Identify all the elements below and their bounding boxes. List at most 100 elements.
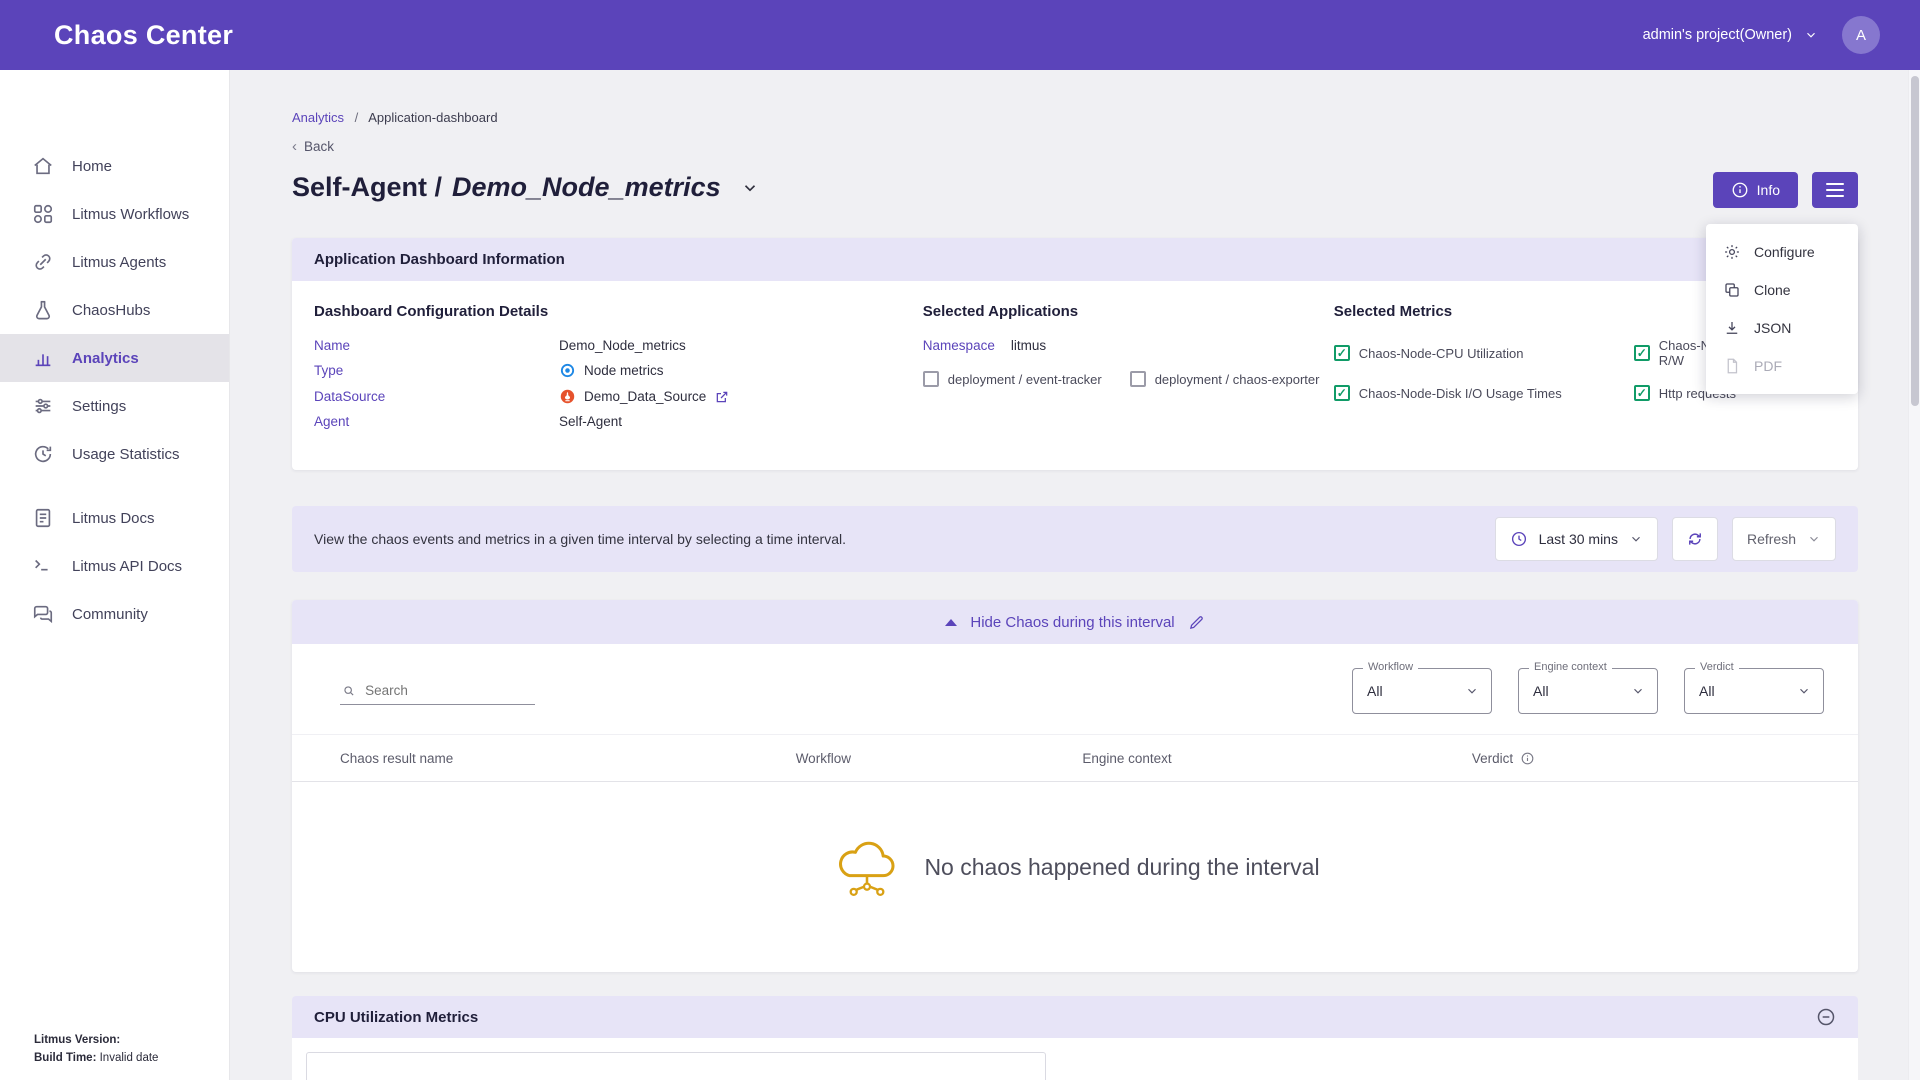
breadcrumb-separator: / (355, 110, 359, 125)
flask-icon (32, 299, 54, 321)
checkbox-checked[interactable] (1334, 345, 1350, 361)
chevron-down-icon (1804, 28, 1818, 42)
sidebar-item-label: Analytics (72, 350, 139, 367)
checkbox-unchecked[interactable] (1130, 371, 1146, 387)
checkbox-checked[interactable] (1634, 385, 1650, 401)
config-value: Demo_Data_Source (584, 389, 706, 404)
info-button[interactable]: Info (1713, 172, 1798, 208)
checkbox-checked[interactable] (1634, 345, 1650, 361)
prometheus-icon (559, 388, 576, 405)
project-selector[interactable]: admin's project(Owner) (1643, 27, 1818, 43)
terminal-icon (32, 555, 54, 577)
sidebar-item-label: Usage Statistics (72, 446, 180, 463)
info-button-label: Info (1757, 182, 1780, 198)
refresh-interval-select[interactable]: Refresh (1732, 517, 1836, 561)
application-checkbox-chaos-exporter[interactable]: deployment / chaos-exporter (1130, 371, 1320, 387)
chaos-toolbar: Workflow All Engine context All (292, 644, 1858, 734)
main-content: Analytics / Application-dashboard ‹ Back… (230, 70, 1920, 1080)
verdict-info-icon[interactable] (1520, 751, 1535, 766)
back-button[interactable]: ‹ Back (292, 138, 334, 155)
clock-icon (1510, 530, 1528, 548)
time-range-select[interactable]: Last 30 mins (1495, 517, 1658, 561)
collapse-minus-icon[interactable] (1816, 1007, 1836, 1027)
menu-item-label: PDF (1754, 358, 1782, 374)
config-row-type: Type Node metrics (314, 362, 923, 379)
sidebar-item-litmus-docs[interactable]: Litmus Docs (0, 494, 229, 542)
gear-icon (1723, 243, 1741, 261)
empty-state: No chaos happened during the interval (292, 782, 1858, 972)
edit-pencil-icon[interactable] (1188, 614, 1205, 631)
sidebar-item-settings[interactable]: Settings (0, 382, 229, 430)
filter-label: Engine context (1529, 661, 1612, 673)
chevron-down-icon (1631, 684, 1645, 698)
dashboard-switcher-chevron-icon[interactable] (741, 179, 759, 197)
build-time-value: Invalid date (100, 1052, 159, 1064)
checkbox-unchecked[interactable] (923, 371, 939, 387)
application-checkbox-event-tracker[interactable]: deployment / event-tracker (923, 371, 1102, 387)
column-header-verdict: Verdict (1472, 751, 1513, 766)
menu-item-configure[interactable]: Configure (1706, 233, 1858, 271)
sidebar-item-litmus-api-docs[interactable]: Litmus API Docs (0, 542, 229, 590)
app-title: Chaos Center (54, 20, 233, 51)
config-label: DataSource (314, 389, 559, 404)
agents-icon (32, 251, 54, 273)
verdict-filter-select[interactable]: Verdict All (1684, 668, 1824, 714)
refresh-interval-label: Refresh (1747, 531, 1796, 547)
breadcrumb: Analytics / Application-dashboard (292, 110, 1858, 125)
page-actions: Info Configure (1713, 172, 1858, 208)
column-header-workflow: Workflow (796, 751, 1083, 766)
options-menu-button[interactable] (1812, 172, 1858, 208)
config-label: Type (314, 363, 559, 378)
sidebar-item-community[interactable]: Community (0, 590, 229, 638)
chaos-collapse-toggle[interactable]: Hide Chaos during this interval (292, 600, 1858, 644)
sidebar-item-usage-statistics[interactable]: Usage Statistics (0, 430, 229, 478)
menu-item-clone[interactable]: Clone (1706, 271, 1858, 309)
metric-checkbox-disk-io-times[interactable]: Chaos-Node-Disk I/O Usage Times (1334, 385, 1634, 401)
chaos-table-card: Hide Chaos during this interval Workflow… (292, 600, 1858, 972)
section-title: Selected Applications (923, 303, 1334, 320)
cpu-section-title: CPU Utilization Metrics (314, 1009, 478, 1026)
menu-item-label: Configure (1754, 244, 1815, 260)
dashboard-info-card: Application Dashboard Information Dashbo… (292, 238, 1858, 470)
metric-checkbox-cpu-utilization[interactable]: Chaos-Node-CPU Utilization (1334, 338, 1634, 368)
sidebar-item-label: Home (72, 158, 112, 175)
engine-context-filter-select[interactable]: Engine context All (1518, 668, 1658, 714)
document-icon (32, 507, 54, 529)
scrollbar-thumb[interactable] (1911, 76, 1919, 406)
workflow-filter-select[interactable]: Workflow All (1352, 668, 1492, 714)
filter-label: Verdict (1695, 661, 1739, 673)
cpu-section-body (292, 1038, 1858, 1080)
hamburger-icon-line (1826, 195, 1844, 197)
config-value: Demo_Node_metrics (559, 338, 686, 353)
selected-applications-section: Selected Applications Namespace litmus d… (923, 303, 1334, 438)
search-input[interactable] (365, 683, 533, 698)
back-label: Back (304, 139, 334, 154)
chevron-left-icon: ‹ (292, 138, 297, 155)
scrollbar-track[interactable] (1908, 70, 1920, 1080)
config-row-name: Name Demo_Node_metrics (314, 338, 923, 353)
sidebar-item-analytics[interactable]: Analytics (0, 334, 229, 382)
config-label: Agent (314, 414, 559, 429)
checkbox-checked[interactable] (1334, 385, 1350, 401)
chaos-toggle-label: Hide Chaos during this interval (970, 614, 1174, 631)
sidebar-item-litmus-agents[interactable]: Litmus Agents (0, 238, 229, 286)
chaos-table-header: Chaos result name Workflow Engine contex… (292, 734, 1858, 782)
sidebar-item-litmus-workflows[interactable]: Litmus Workflows (0, 190, 229, 238)
search-icon (342, 683, 356, 699)
chevron-down-icon (1629, 532, 1643, 546)
refresh-now-button[interactable] (1672, 517, 1718, 561)
chevron-down-icon (1797, 684, 1811, 698)
cpu-utilization-section: CPU Utilization Metrics (292, 996, 1858, 1080)
page-title: Self-Agent / Demo_Node_metrics (292, 172, 759, 203)
sidebar-item-chaoshubs[interactable]: ChaosHubs (0, 286, 229, 334)
breadcrumb-analytics[interactable]: Analytics (292, 110, 344, 125)
external-link-icon[interactable] (714, 389, 730, 405)
sidebar-item-home[interactable]: Home (0, 142, 229, 190)
info-icon (1731, 181, 1749, 199)
menu-item-json[interactable]: JSON (1706, 309, 1858, 347)
checkbox-label: Chaos-Node-CPU Utilization (1359, 346, 1524, 361)
filter-value: All (1367, 683, 1383, 699)
avatar[interactable]: A (1842, 16, 1880, 54)
download-icon (1723, 319, 1741, 337)
caret-up-icon (945, 619, 957, 626)
